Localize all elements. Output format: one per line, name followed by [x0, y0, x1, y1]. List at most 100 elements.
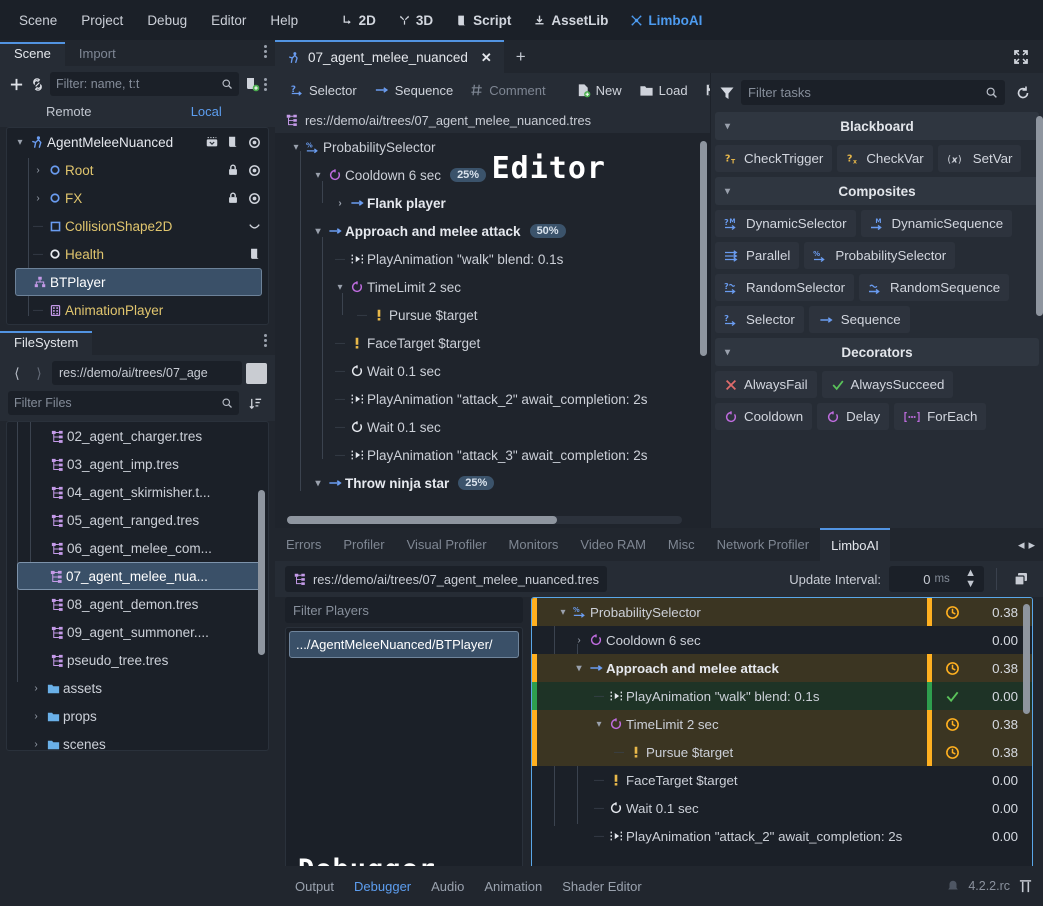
file-filter-box[interactable]	[8, 391, 239, 415]
list-item[interactable]: 08_agent_demon.tres	[7, 590, 268, 618]
lock-icon[interactable]	[226, 163, 240, 177]
bottom-tab-animation[interactable]: Animation	[474, 875, 552, 898]
tab-misc[interactable]: Misc	[657, 528, 706, 561]
bt-tree-vscrollbar[interactable]	[700, 141, 707, 356]
lock-icon[interactable]	[226, 191, 240, 205]
bt-node-row[interactable]: — Wait 0.1 sec	[275, 357, 710, 385]
filesystem-file-list[interactable]: 02_agent_charger.tres 03_agent_imp.tres …	[6, 421, 269, 751]
section-blackboard[interactable]: ▾ Blackboard	[715, 112, 1039, 140]
bt-node-row[interactable]: ▾ Approach and melee attack 50%	[275, 217, 710, 245]
tab-filesystem[interactable]: FileSystem	[0, 331, 92, 355]
script-icon[interactable]	[248, 247, 262, 261]
debugger-tree-scrollbar[interactable]	[1023, 604, 1030, 714]
debug-node-row[interactable]: — Pursue $target 0.38	[532, 738, 1032, 766]
list-item[interactable]: 09_agent_summoner....	[7, 618, 268, 646]
scene-node-btplayer[interactable]: BTPlayer	[15, 268, 262, 296]
tab-monitors[interactable]: Monitors	[498, 528, 570, 561]
tab-import[interactable]: Import	[65, 42, 130, 66]
list-item[interactable]: 02_agent_charger.tres	[7, 422, 268, 450]
section-composites[interactable]: ▾ Composites	[715, 177, 1039, 205]
group-icon[interactable]	[205, 135, 219, 149]
bt-node-row[interactable]: ▾ Cooldown 6 sec 25%	[275, 161, 710, 189]
expander-icon[interactable]: ›	[29, 683, 43, 694]
task-foreach[interactable]: ForEach	[894, 403, 986, 430]
file-filter-input[interactable]	[14, 396, 217, 410]
expander-icon[interactable]: ›	[31, 165, 45, 176]
script-icon[interactable]	[226, 135, 240, 149]
task-sections[interactable]: ▾ Blackboard ?T CheckTrigger ?x CheckVar	[711, 112, 1043, 528]
tab-errors[interactable]: Errors	[275, 528, 332, 561]
debug-node-row[interactable]: — Wait 0.1 sec 0.00	[532, 794, 1032, 822]
bottom-tab-shader-editor[interactable]: Shader Editor	[552, 875, 652, 898]
tab-network-profiler[interactable]: Network Profiler	[706, 528, 820, 561]
bottom-tab-output[interactable]: Output	[285, 875, 344, 898]
task-filter-input[interactable]	[748, 85, 985, 100]
bt-node-row[interactable]: — PlayAnimation "walk" blend: 0.1s	[275, 245, 710, 273]
bottom-tab-audio[interactable]: Audio	[421, 875, 474, 898]
load-tree-button[interactable]: Load	[632, 79, 695, 102]
list-item[interactable]: › scenes	[7, 730, 268, 751]
list-item-selected[interactable]: 07_agent_melee_nua...	[17, 562, 264, 590]
bt-node-row[interactable]: — Wait 0.1 sec	[275, 413, 710, 441]
bt-node-row[interactable]: — Pursue $target	[275, 301, 710, 329]
task-selector[interactable]: ? Selector	[715, 306, 804, 333]
debug-node-row[interactable]: — PlayAnimation "walk" blend: 0.1s 0.00	[532, 682, 1032, 710]
expander-icon[interactable]: ›	[31, 193, 45, 204]
bt-node-row[interactable]: ▾ % ProbabilitySelector	[275, 133, 710, 161]
expander-icon[interactable]: ›	[572, 635, 586, 646]
bt-node-row[interactable]: — FaceTarget $target	[275, 329, 710, 357]
new-tree-button[interactable]: New	[569, 79, 629, 102]
visibility-icon[interactable]	[247, 135, 262, 150]
tab-video-ram[interactable]: Video RAM	[569, 528, 657, 561]
scene-extra-menu-icon[interactable]	[264, 78, 267, 91]
chevron-down-icon[interactable]	[247, 219, 262, 234]
bt-node-row[interactable]: ▾ TimeLimit 2 sec	[275, 273, 710, 301]
tab-scene[interactable]: Scene	[0, 42, 65, 66]
scene-dock-menu-icon[interactable]	[264, 45, 267, 58]
task-sequence[interactable]: Sequence	[809, 306, 910, 333]
task-delay[interactable]: Delay	[817, 403, 889, 430]
create-script-button[interactable]	[243, 72, 260, 96]
list-item[interactable]: 05_agent_ranged.tres	[7, 506, 268, 534]
mode-3d-button[interactable]: 3D	[389, 9, 442, 32]
task-probabilityselector[interactable]: % ProbabilitySelector	[804, 242, 955, 269]
mode-script-button[interactable]: Script	[446, 9, 520, 32]
visibility-icon[interactable]	[247, 163, 262, 178]
scene-node-animationplayer[interactable]: — AnimationPlayer	[7, 296, 268, 324]
tab-07-agent-melee-nuanced[interactable]: 07_agent_melee_nuanced ✕	[275, 40, 504, 73]
scene-node-collisionshape2d[interactable]: — CollisionShape2D	[7, 212, 268, 240]
debug-node-row[interactable]: ▾ TimeLimit 2 sec 0.38	[532, 710, 1032, 738]
expander-icon[interactable]: ▾	[333, 282, 347, 293]
distraction-free-mode-button[interactable]	[999, 40, 1043, 73]
scene-filter-box[interactable]	[50, 72, 239, 96]
menu-project[interactable]: Project	[70, 8, 134, 33]
list-item[interactable]: › assets	[7, 674, 268, 702]
scene-filter-input[interactable]	[56, 77, 217, 91]
bt-node-row[interactable]: — PlayAnimation "attack_3" await_complet…	[275, 441, 710, 469]
debugger-tree-view[interactable]: ▾ % ProbabilitySelector 0.38 ›	[531, 597, 1033, 900]
forward-button[interactable]: ⟩	[30, 362, 48, 384]
section-decorators[interactable]: ▾ Decorators	[715, 338, 1039, 366]
tab-visual-profiler[interactable]: Visual Profiler	[396, 528, 498, 561]
expander-icon[interactable]: ▾	[311, 170, 325, 181]
task-checkvar[interactable]: ?x CheckVar	[837, 145, 932, 172]
filesystem-path[interactable]: res://demo/ai/trees/07_age	[52, 361, 242, 385]
new-tab-button[interactable]: +	[504, 40, 538, 73]
tab-limboai[interactable]: LimboAI	[820, 528, 890, 561]
expander-icon[interactable]: ▾	[572, 663, 586, 674]
copy-button[interactable]	[1009, 567, 1033, 591]
layout-icon[interactable]	[1018, 879, 1033, 894]
bt-tree-hscrollbar[interactable]	[287, 516, 682, 524]
scene-node-health[interactable]: — Health	[7, 240, 268, 268]
toggle-split-mode-button[interactable]	[246, 363, 267, 384]
mode-2d-button[interactable]: 2D	[332, 9, 385, 32]
scene-node-root[interactable]: › Root	[7, 156, 268, 184]
update-interval-spinbox[interactable]: 0 ms ▲▼	[889, 566, 984, 592]
debugger-resource-path-pill[interactable]: res://demo/ai/trees/07_agent_melee_nuanc…	[285, 566, 607, 592]
menu-debug[interactable]: Debug	[136, 8, 198, 33]
task-checktrigger[interactable]: ?T CheckTrigger	[715, 145, 832, 172]
menu-scene[interactable]: Scene	[8, 8, 68, 33]
close-icon[interactable]: ✕	[481, 50, 492, 66]
bt-node-row[interactable]: › Flank player	[275, 189, 710, 217]
menu-editor[interactable]: Editor	[200, 8, 257, 33]
